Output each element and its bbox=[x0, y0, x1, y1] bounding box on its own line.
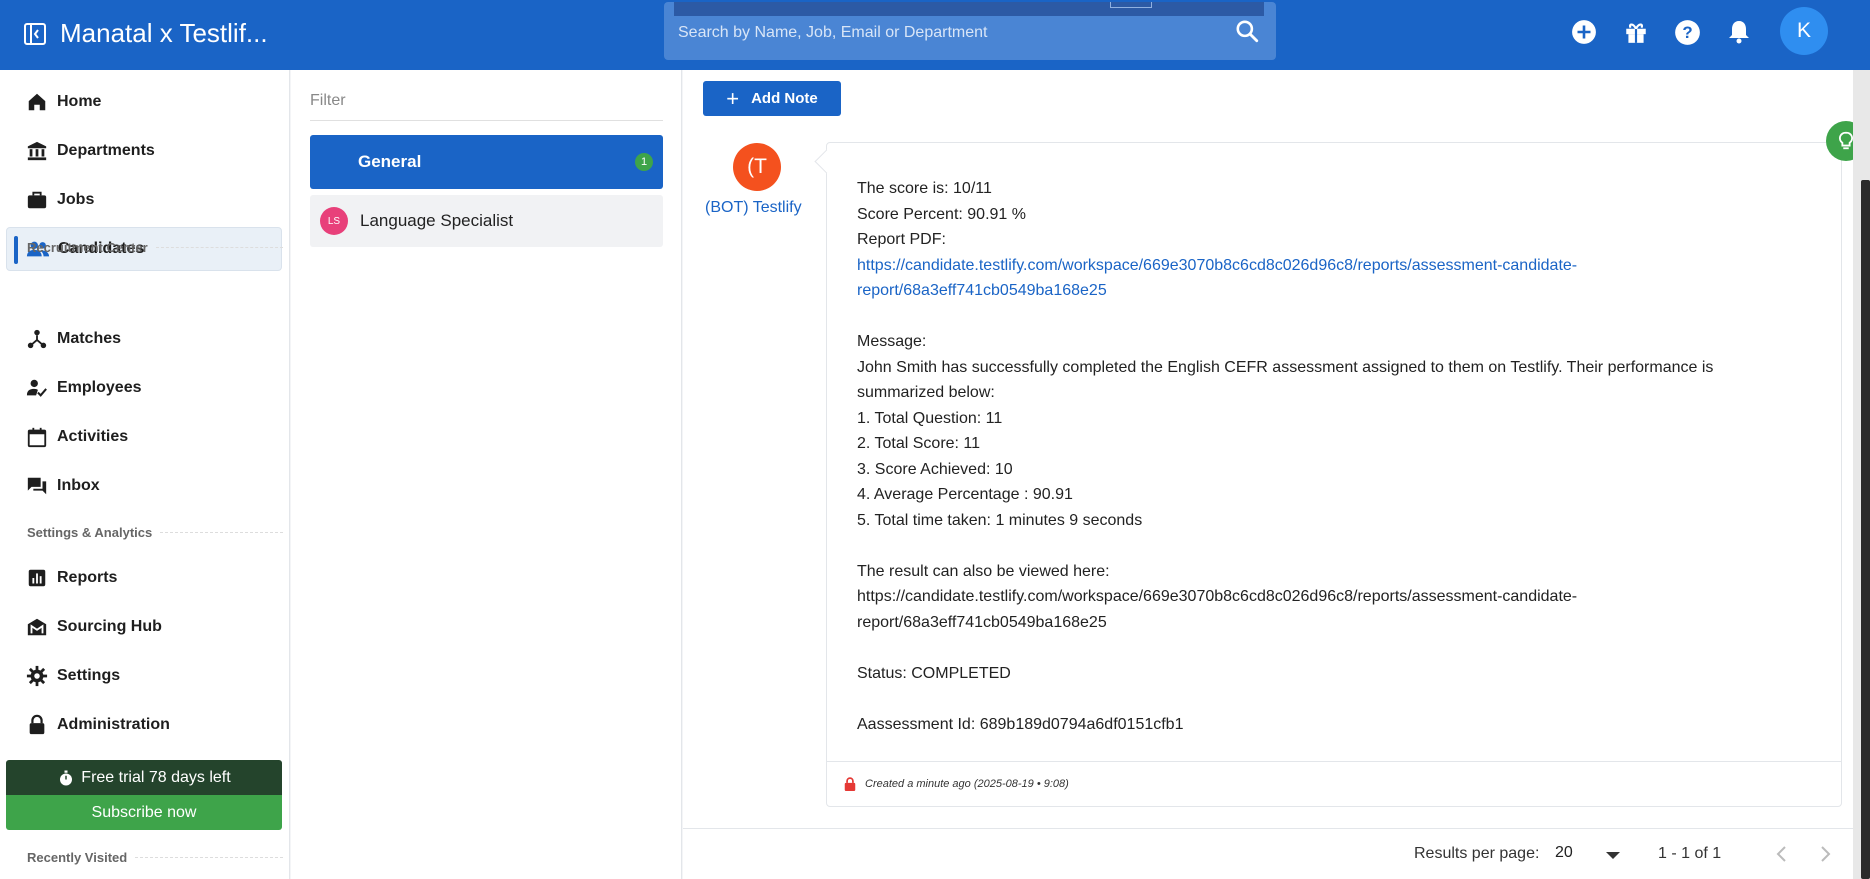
filter-item-general[interactable]: General 1 bbox=[310, 135, 663, 189]
gear-icon bbox=[25, 664, 49, 688]
scrollbar[interactable] bbox=[1853, 70, 1870, 879]
add-note-button[interactable]: + Add Note bbox=[703, 81, 841, 116]
sidebar-item-administration[interactable]: Administration bbox=[6, 703, 282, 747]
sidebar-item-sourcing-hub[interactable]: Sourcing Hub bbox=[6, 605, 282, 649]
section-settings-analytics: Settings & Analytics bbox=[27, 525, 283, 540]
filter-item-language-specialist[interactable]: LS Language Specialist bbox=[310, 195, 663, 247]
filter-panel: Filter General 1 LS Language Specialist bbox=[291, 70, 682, 879]
note-line-report-pdf: Report PDF: bbox=[857, 231, 946, 248]
search-bar[interactable]: Search by Name, Job, Email or Department bbox=[664, 2, 1276, 60]
caret-down-icon[interactable] bbox=[1606, 852, 1620, 859]
note-list-item: 1. Total Question: 11 bbox=[857, 409, 1003, 427]
note-body: The score is: 10/11 Score Percent: 90.91… bbox=[857, 176, 1817, 737]
user-avatar[interactable]: K bbox=[1780, 7, 1828, 55]
forum-icon bbox=[25, 474, 49, 498]
add-circle-icon[interactable] bbox=[1569, 17, 1599, 47]
sidebar-item-activities[interactable]: Activities bbox=[6, 415, 282, 459]
sidebar-item-departments[interactable]: Departments bbox=[6, 129, 282, 173]
bell-icon[interactable] bbox=[1724, 17, 1754, 47]
lock-icon bbox=[25, 713, 49, 737]
subscribe-button[interactable]: Subscribe now bbox=[6, 795, 282, 830]
bank-icon bbox=[25, 139, 49, 163]
pager-divider bbox=[683, 828, 1853, 829]
note-card: The score is: 10/11 Score Percent: 90.91… bbox=[826, 142, 1842, 807]
search-top-strip bbox=[674, 2, 1264, 16]
filter-label: Filter bbox=[310, 92, 346, 109]
sourcing-icon bbox=[25, 615, 49, 639]
section-recruitment-center: Recruitment Center bbox=[27, 240, 283, 255]
note-line-message: John Smith has successfully completed th… bbox=[857, 358, 1714, 376]
stopwatch-icon bbox=[57, 769, 75, 787]
help-icon[interactable]: ? bbox=[1672, 17, 1702, 47]
count-badge: 1 bbox=[635, 153, 653, 171]
note-line-assessment-id: Aassessment Id: 689b189d0794a6df0151cfb1 bbox=[857, 715, 1184, 733]
chevron-left-icon[interactable] bbox=[1770, 842, 1794, 866]
chevron-right-icon[interactable] bbox=[1813, 842, 1837, 866]
note-line-message: summarized below: bbox=[857, 384, 995, 401]
briefcase-icon bbox=[25, 188, 49, 212]
results-per-page-label: Results per page: bbox=[1414, 845, 1540, 862]
plus-icon: + bbox=[726, 85, 740, 111]
scrollbar-thumb[interactable] bbox=[1861, 180, 1870, 879]
free-trial-banner: Free trial 78 days left bbox=[6, 760, 282, 795]
pagination: Results per page: 20 1 - 1 of 1 bbox=[683, 830, 1853, 879]
note-list-item: 3. Score Achieved: 10 bbox=[857, 460, 1013, 478]
note-line-score: The score is: 10/11 bbox=[857, 180, 992, 197]
note-footer: Created a minute ago (2025-08-19 • 9:08) bbox=[827, 761, 1841, 806]
report-link[interactable]: https://candidate.testlify.com/workspace… bbox=[857, 253, 1817, 304]
sidebar-item-jobs[interactable]: Jobs bbox=[6, 178, 282, 222]
calendar-icon bbox=[25, 425, 49, 449]
search-input[interactable]: Search by Name, Job, Email or Department bbox=[678, 24, 987, 42]
section-recently-visited: Recently Visited bbox=[27, 850, 283, 865]
home-icon bbox=[25, 90, 49, 114]
result-url-text: https://candidate.testlify.com/workspace… bbox=[857, 588, 1578, 631]
sidebar-item-matches[interactable]: Matches bbox=[6, 317, 282, 361]
notes-main: + Add Note (T (BOT) Testlify The score i… bbox=[683, 70, 1853, 879]
author-name[interactable]: (BOT) Testlify bbox=[705, 199, 802, 217]
sidebar-item-settings[interactable]: Settings bbox=[6, 654, 282, 698]
note-line-result-label: The result can also be viewed here: bbox=[857, 562, 1110, 580]
note-line-message-label: Message: bbox=[857, 333, 927, 350]
sidebar-item-employees[interactable]: Employees bbox=[6, 366, 282, 410]
person-check-icon bbox=[25, 376, 49, 400]
bar-chart-icon bbox=[25, 566, 49, 590]
note-line-status: Status: COMPLETED bbox=[857, 664, 1011, 682]
lock-icon bbox=[843, 776, 857, 792]
note-line-percent: Score Percent: 90.91 % bbox=[857, 205, 1026, 223]
active-indicator bbox=[14, 236, 18, 264]
sidebar-item-inbox[interactable]: Inbox bbox=[6, 464, 282, 508]
top-bar: Manatal x Testlif... Search by Name, Job… bbox=[0, 0, 1870, 70]
job-avatar: LS bbox=[320, 207, 348, 235]
sidebar-toggle-icon[interactable] bbox=[20, 19, 50, 49]
hub-icon bbox=[25, 327, 49, 351]
note-list-item: 2. Total Score: 11 bbox=[857, 435, 981, 452]
gift-icon[interactable] bbox=[1621, 17, 1651, 47]
sidebar: Home Departments Jobs Candidates Recruit… bbox=[0, 70, 290, 879]
search-icon[interactable] bbox=[1234, 18, 1260, 44]
app-title[interactable]: Manatal x Testlif... bbox=[60, 18, 268, 49]
note-list-item: 5. Total time taken: 1 minutes 9 seconds bbox=[857, 511, 1143, 529]
sidebar-item-home[interactable]: Home bbox=[6, 80, 282, 124]
sidebar-item-reports[interactable]: Reports bbox=[6, 556, 282, 600]
svg-text:?: ? bbox=[1682, 23, 1692, 42]
page-range: 1 - 1 of 1 bbox=[1658, 845, 1722, 862]
filter-divider bbox=[310, 120, 663, 121]
created-timestamp: Created a minute ago (2025-08-19 • 9:08) bbox=[865, 778, 1069, 790]
note-list-item: 4. Average Percentage : 90.91 bbox=[857, 486, 1073, 503]
bot-avatar: (T bbox=[733, 143, 781, 191]
